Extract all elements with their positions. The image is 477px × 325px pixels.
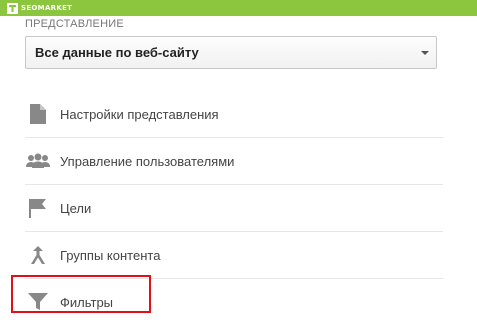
menu-item-view-settings[interactable]: Настройки представления — [25, 91, 443, 137]
document-icon — [25, 101, 51, 127]
top-bar: SEOMARKET — [0, 0, 477, 16]
content-groups-icon — [25, 242, 51, 268]
section-label: ПРЕДСТАВЛЕНИЕ — [25, 18, 124, 30]
menu-item-label: Группы контента — [60, 247, 161, 263]
flag-icon — [25, 195, 51, 221]
caret-down-icon — [421, 51, 429, 55]
menu-item-label: Управление пользователями — [60, 153, 235, 169]
menu-item-label: Настройки представления — [60, 106, 219, 122]
menu-item-label: Цели — [60, 200, 92, 216]
view-select-value: Все данные по веб-сайту — [35, 45, 199, 60]
brand-logo: SEOMARKET — [7, 2, 72, 14]
menu-item-user-management[interactable]: Управление пользователями — [25, 138, 443, 184]
brand-name: SEOMARKET — [21, 4, 73, 12]
view-select[interactable]: Все данные по веб-сайту — [25, 36, 437, 69]
highlight-box — [11, 275, 151, 313]
menu-item-goals[interactable]: Цели — [25, 185, 443, 231]
seomarket-logo-icon — [7, 2, 18, 14]
users-icon — [25, 148, 51, 174]
menu-item-content-groups[interactable]: Группы контента — [25, 232, 443, 278]
